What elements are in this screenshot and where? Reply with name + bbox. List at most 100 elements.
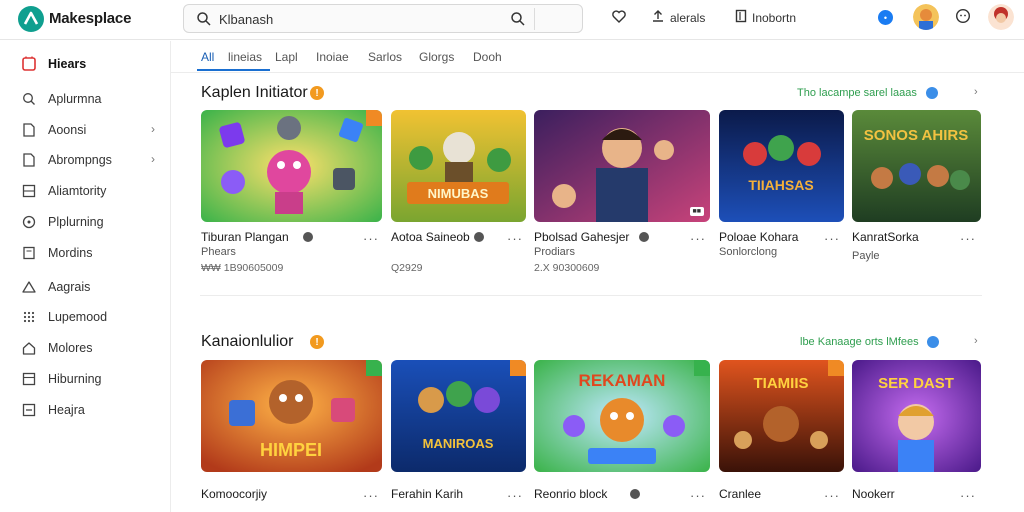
section-title: Kaplen Initiator	[201, 84, 308, 101]
info-icon: !	[310, 86, 324, 100]
more-options-icon[interactable]: ···	[507, 488, 523, 503]
section-see-all-link[interactable]: Tho lacampe sarel laaas	[797, 87, 917, 99]
thumbnail-title: TIAMIIS	[754, 375, 809, 392]
more-options-icon[interactable]: ···	[363, 231, 379, 246]
sidebar-item-9[interactable]: Molores	[0, 335, 170, 361]
dots-grid-icon	[21, 309, 37, 325]
game-thumbnail[interactable]: SONOS AHIRS	[852, 110, 981, 222]
sidebar-item-label: Heajra	[48, 403, 85, 417]
card-title[interactable]: Komoocorjiy	[201, 487, 267, 501]
bookmark-icon[interactable]	[733, 8, 749, 29]
tab-glorgs[interactable]: Glorgs	[419, 50, 454, 64]
card-price: 2.X 90300609	[534, 262, 600, 274]
section-divider	[200, 295, 982, 296]
active-tab-indicator	[197, 69, 270, 71]
card-title[interactable]: Pbolsad Gahesjer	[534, 230, 629, 244]
sidebar-item-label: Plplurning	[48, 215, 104, 229]
monitor-icon	[21, 371, 37, 387]
game-thumbnail[interactable]: ■■	[534, 110, 710, 222]
chevron-right-icon[interactable]: ›	[974, 86, 978, 98]
more-options-icon[interactable]: ···	[363, 488, 379, 503]
thumbnail-title: REKAMAN	[579, 371, 666, 390]
sidebar-item-label: Hiburning	[48, 372, 102, 386]
game-thumbnail[interactable]: REKAMAN	[534, 360, 710, 472]
corner-tag	[828, 360, 844, 376]
game-thumbnail[interactable]: NIMUBAS	[391, 110, 526, 222]
sidebar-item-8[interactable]: Lupemood	[0, 304, 170, 330]
card-title[interactable]: Reonrio block	[534, 487, 607, 501]
tab-dooh[interactable]: Dooh	[473, 50, 502, 64]
verified-icon	[303, 232, 313, 242]
sidebar-item-5[interactable]: Plplurning	[0, 209, 170, 235]
sidebar-item-0[interactable]: Hiears	[0, 51, 170, 77]
chevron-right-icon[interactable]: ›	[974, 335, 978, 347]
user-avatar[interactable]	[988, 4, 1014, 30]
card-title[interactable]: Aotoa Saineob	[391, 230, 470, 244]
sidebar-item-4[interactable]: Aliamtority	[0, 178, 170, 204]
sidebar: Hiears Aplurmna Aoonsi › Abrompngs › Ali…	[0, 41, 171, 512]
help-icon[interactable]	[955, 8, 971, 29]
sidebar-item-2[interactable]: Aoonsi ›	[0, 117, 170, 143]
alerts-button[interactable]: alerals	[670, 11, 705, 25]
home-icon	[21, 340, 37, 356]
document-icon	[21, 122, 37, 138]
notification-badge[interactable]: •	[878, 10, 893, 25]
card-title[interactable]: Cranlee	[719, 487, 761, 501]
store-icon	[21, 56, 37, 72]
sidebar-item-10[interactable]: Hiburning	[0, 366, 170, 392]
search-icon	[196, 11, 212, 32]
avatar[interactable]	[913, 4, 939, 30]
section-see-all-link[interactable]: lbe Kanaage orts lMfees	[800, 336, 919, 348]
sidebar-item-label: Mordins	[48, 246, 93, 260]
thumbnail-title: MANIROAS	[423, 436, 494, 451]
card-title[interactable]: Nookerr	[852, 487, 895, 501]
thumbnail-title: SER DAST	[878, 375, 954, 392]
info-icon: !	[310, 335, 324, 349]
card-title[interactable]: Poloae Kohara	[719, 230, 798, 244]
card-title[interactable]: Ferahin Karih	[391, 487, 463, 501]
sidebar-item-11[interactable]: Heajra	[0, 397, 170, 423]
search-bar[interactable]	[183, 4, 583, 33]
tab-inoiae[interactable]: Inoiae	[316, 50, 349, 64]
tab-lapl[interactable]: Lapl	[275, 50, 298, 64]
document-icon	[21, 152, 37, 168]
chevron-right-icon: ›	[151, 152, 155, 166]
game-thumbnail[interactable]	[201, 110, 382, 222]
more-options-icon[interactable]: ···	[507, 231, 523, 246]
tab-sarlos[interactable]: Sarlos	[368, 50, 402, 64]
game-thumbnail[interactable]: HIMPEI	[201, 360, 382, 472]
corner-tag	[366, 110, 382, 126]
sidebar-item-3[interactable]: Abrompngs ›	[0, 147, 170, 173]
more-options-icon[interactable]: ···	[690, 231, 706, 246]
more-options-icon[interactable]: ···	[960, 488, 976, 503]
verified-icon	[927, 336, 939, 348]
game-thumbnail[interactable]: MANIROAS	[391, 360, 526, 472]
sidebar-item-label: Aoonsi	[48, 123, 87, 137]
more-options-icon[interactable]: ···	[824, 488, 840, 503]
card-title[interactable]: KanratSorka	[852, 230, 919, 244]
inbox-button[interactable]: Inobortn	[752, 11, 796, 25]
upload-icon[interactable]	[650, 8, 666, 29]
app-logo[interactable]	[18, 6, 44, 32]
sidebar-item-label: Aagrais	[48, 280, 91, 294]
card-title[interactable]: Tiburan Plangan	[201, 230, 289, 244]
card-subtitle: Prodiars	[534, 246, 575, 258]
thumbnail-title: NIMUBAS	[428, 186, 489, 201]
search-input[interactable]	[219, 9, 499, 29]
tab-lineias[interactable]: lineias	[228, 50, 262, 64]
game-thumbnail[interactable]: TIIAHSAS	[719, 110, 844, 222]
card-price: Q2929	[391, 262, 423, 274]
sidebar-item-1[interactable]: Aplurmna	[0, 86, 170, 112]
card-subtitle: Phears	[201, 246, 236, 258]
sidebar-item-label: Hiears	[48, 57, 87, 71]
game-thumbnail[interactable]: SER DAST	[852, 360, 981, 472]
heart-icon[interactable]	[611, 8, 627, 29]
sidebar-item-7[interactable]: Aagrais	[0, 274, 170, 300]
more-options-icon[interactable]: ···	[960, 231, 976, 246]
search-submit-icon[interactable]	[510, 11, 526, 32]
more-options-icon[interactable]: ···	[690, 488, 706, 503]
more-options-icon[interactable]: ···	[824, 231, 840, 246]
sidebar-item-6[interactable]: Mordins	[0, 240, 170, 266]
game-thumbnail[interactable]: TIAMIIS	[719, 360, 844, 472]
tab-all[interactable]: All	[201, 50, 214, 64]
